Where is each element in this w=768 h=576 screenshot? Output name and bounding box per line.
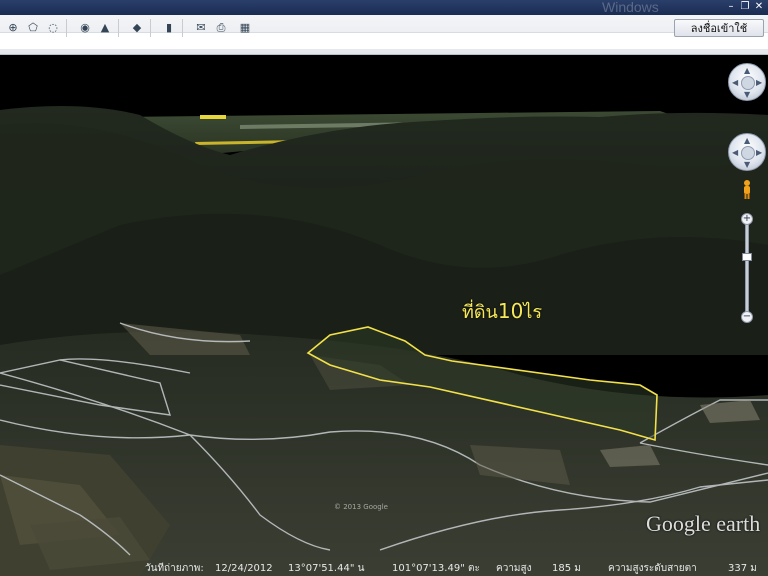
imagery-date-label: วันที่ถ่ายภาพ: — [145, 563, 204, 574]
terrain-imagery — [0, 55, 768, 576]
imagery-copyright: © 2013 Google — [334, 503, 388, 511]
image-export-icon[interactable]: ▦ — [236, 19, 254, 37]
toolbar-separator — [66, 19, 67, 37]
historical-imagery-icon[interactable]: ▲ — [96, 19, 114, 37]
minimize-button[interactable]: – — [724, 1, 738, 13]
toolbar — [0, 15, 768, 55]
street-view-pegman-icon[interactable] — [741, 179, 753, 201]
close-button[interactable]: ✕ — [752, 1, 766, 13]
status-bar: วันที่ถ่ายภาพ: 12/24/2012 13°07'51.44" น… — [0, 562, 768, 576]
earth-3d-view[interactable]: ที่ดิน10ไร © 2013 Google Google earth ▲ … — [0, 55, 768, 576]
add-polygon-icon[interactable]: ⬠ — [24, 19, 42, 37]
distant-yellow-feature — [200, 115, 226, 119]
toolbar-separator — [182, 19, 183, 37]
toolbar-separator — [150, 19, 151, 37]
zoom-out-button[interactable]: − — [741, 311, 753, 323]
latitude-readout: 13°07'51.44" น — [288, 563, 365, 574]
print-icon[interactable]: ⎙ — [212, 19, 230, 37]
zoom-slider[interactable]: + − — [741, 213, 753, 323]
google-earth-watermark: Google earth — [646, 511, 761, 536]
sky-toggle-icon[interactable]: ▮ — [160, 19, 178, 37]
parcel-label-number: 10 — [497, 299, 524, 323]
globe-icon[interactable]: ◉ — [76, 19, 94, 37]
window-title-bar: Windows – ❐ ✕ — [0, 0, 768, 15]
look-center-icon[interactable] — [741, 76, 755, 90]
pan-center-icon[interactable] — [741, 146, 755, 160]
windows-logo: Windows — [602, 0, 659, 15]
pan-icon[interactable]: ▲ ▼ ◀ ▶ — [728, 133, 766, 171]
parcel-label-suffix: ไร — [523, 302, 543, 323]
add-path-icon[interactable]: ◌ — [44, 19, 62, 37]
eye-altitude-label: ความสูงระดับสายตา — [608, 563, 697, 574]
elevation-label: ความสูง — [496, 563, 532, 574]
parcel-label-prefix: ที่ดิน — [462, 302, 498, 323]
add-placemark-icon[interactable]: ⊕ — [4, 19, 22, 37]
longitude-readout: 101°07'13.49" ตะ — [392, 563, 480, 574]
imagery-date: 12/24/2012 — [215, 563, 273, 574]
elevation-value: 185 ม — [552, 563, 581, 574]
navigation-controls: ▲ ▼ ◀ ▶ ▲ ▼ ◀ ▶ + − — [726, 61, 768, 331]
toolbar-separator — [118, 19, 119, 37]
toolbar-strip — [0, 32, 768, 49]
parcel-label: ที่ดิน10ไร — [462, 297, 542, 326]
eye-altitude-value: 337 ม — [728, 563, 757, 574]
sign-in-button[interactable]: ลงชื่อเข้าใช้ — [674, 19, 764, 37]
look-around-icon[interactable]: ▲ ▼ ◀ ▶ — [728, 63, 766, 101]
restore-button[interactable]: ❐ — [738, 1, 752, 13]
zoom-track-bar — [745, 223, 749, 315]
zoom-thumb[interactable] — [742, 253, 752, 261]
zoom-in-button[interactable]: + — [741, 213, 753, 225]
ruler-icon[interactable]: ◆ — [128, 19, 146, 37]
email-icon[interactable]: ✉ — [192, 19, 210, 37]
